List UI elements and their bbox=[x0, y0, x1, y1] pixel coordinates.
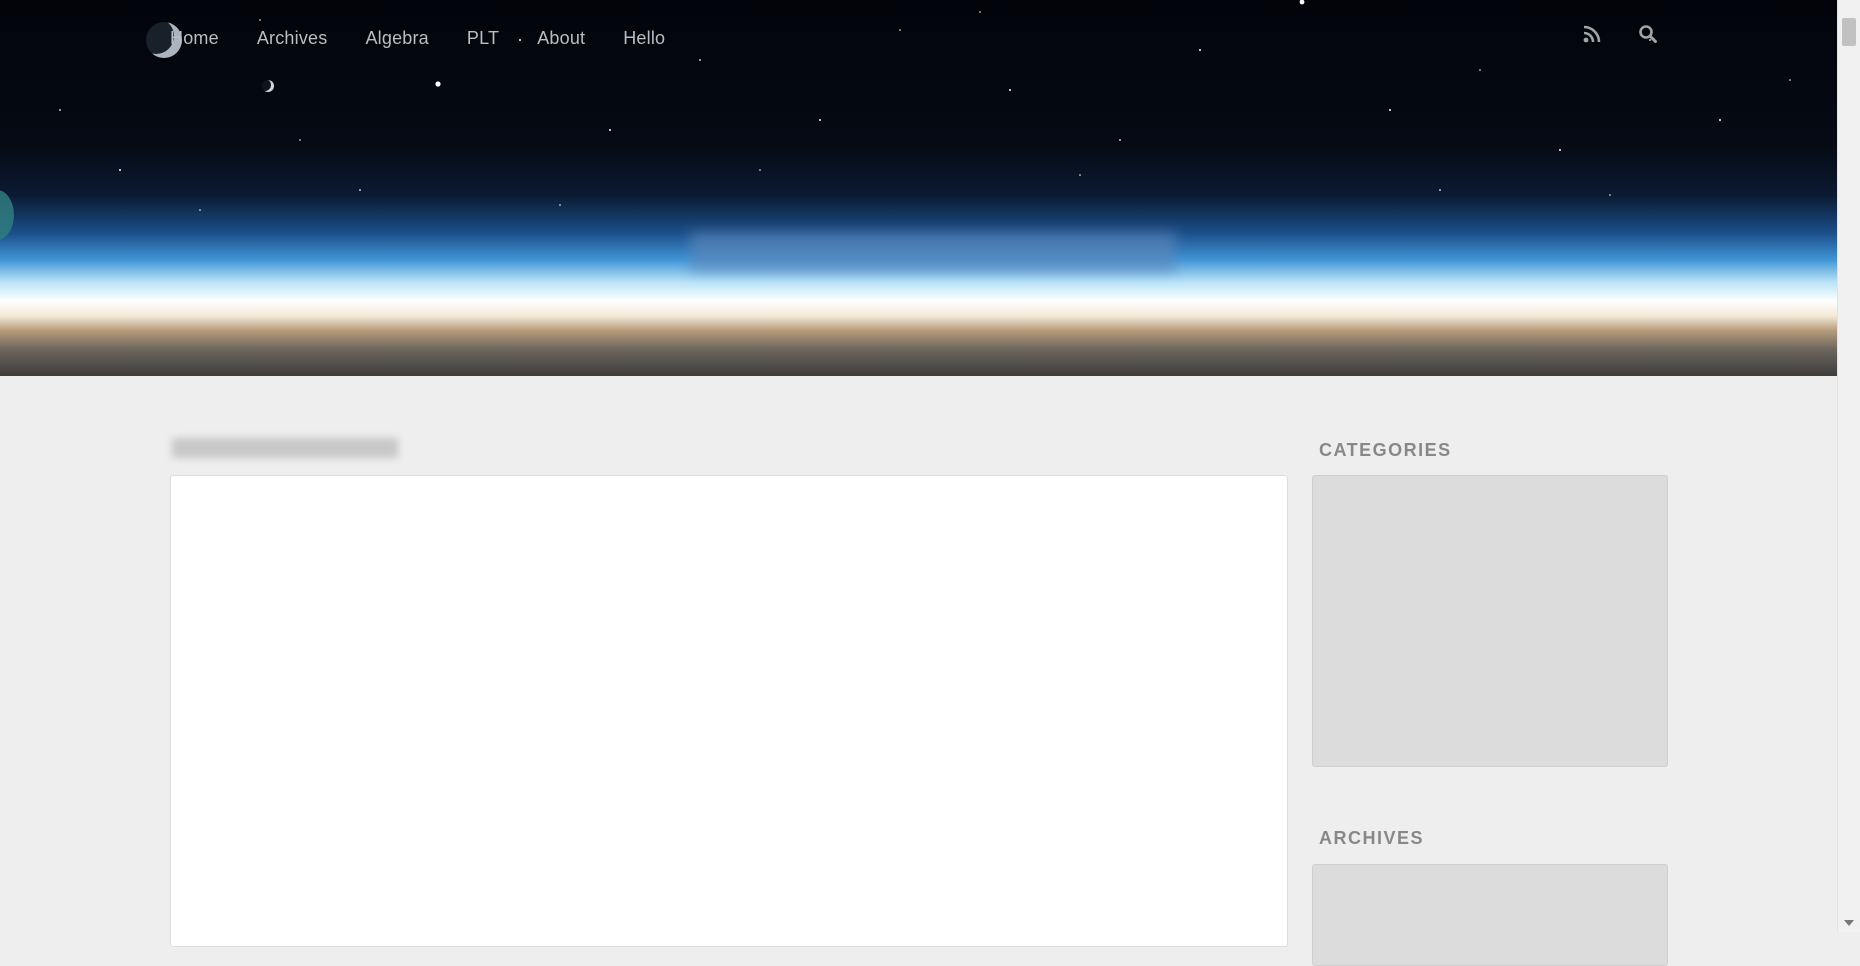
nav-hello[interactable]: Hello bbox=[623, 28, 665, 49]
archive-list bbox=[1313, 865, 1667, 887]
post-date bbox=[172, 438, 398, 458]
post-card bbox=[170, 475, 1288, 947]
main-nav: Home Archives Algebra PLT About Hello bbox=[170, 28, 703, 49]
category-list bbox=[1313, 476, 1667, 500]
archives-heading: ARCHIVES bbox=[1319, 828, 1425, 848]
nav-algebra[interactable]: Algebra bbox=[365, 28, 428, 49]
starfield-background bbox=[59, 0, 1791, 211]
small-moon-graphic bbox=[262, 80, 274, 92]
categories-widget bbox=[1312, 475, 1668, 767]
header-banner: Home Archives Algebra PLT About Hello bbox=[0, 0, 1838, 376]
nav-home[interactable]: Home bbox=[170, 28, 219, 49]
scroll-down-arrow-icon[interactable] bbox=[1844, 920, 1854, 926]
header-icons bbox=[1582, 24, 1660, 46]
nav-archives[interactable]: Archives bbox=[257, 28, 328, 49]
page-scrollbar[interactable] bbox=[1837, 0, 1860, 932]
scrollbar-thumb[interactable] bbox=[1842, 18, 1856, 46]
search-icon[interactable] bbox=[1638, 24, 1660, 46]
site-subtitle bbox=[690, 232, 1176, 272]
nav-about[interactable]: About bbox=[537, 28, 585, 49]
archives-widget bbox=[1312, 864, 1668, 966]
nav-plt[interactable]: PLT bbox=[467, 28, 499, 49]
categories-heading: CATEGORIES bbox=[1319, 440, 1452, 460]
rss-icon[interactable] bbox=[1582, 24, 1604, 46]
